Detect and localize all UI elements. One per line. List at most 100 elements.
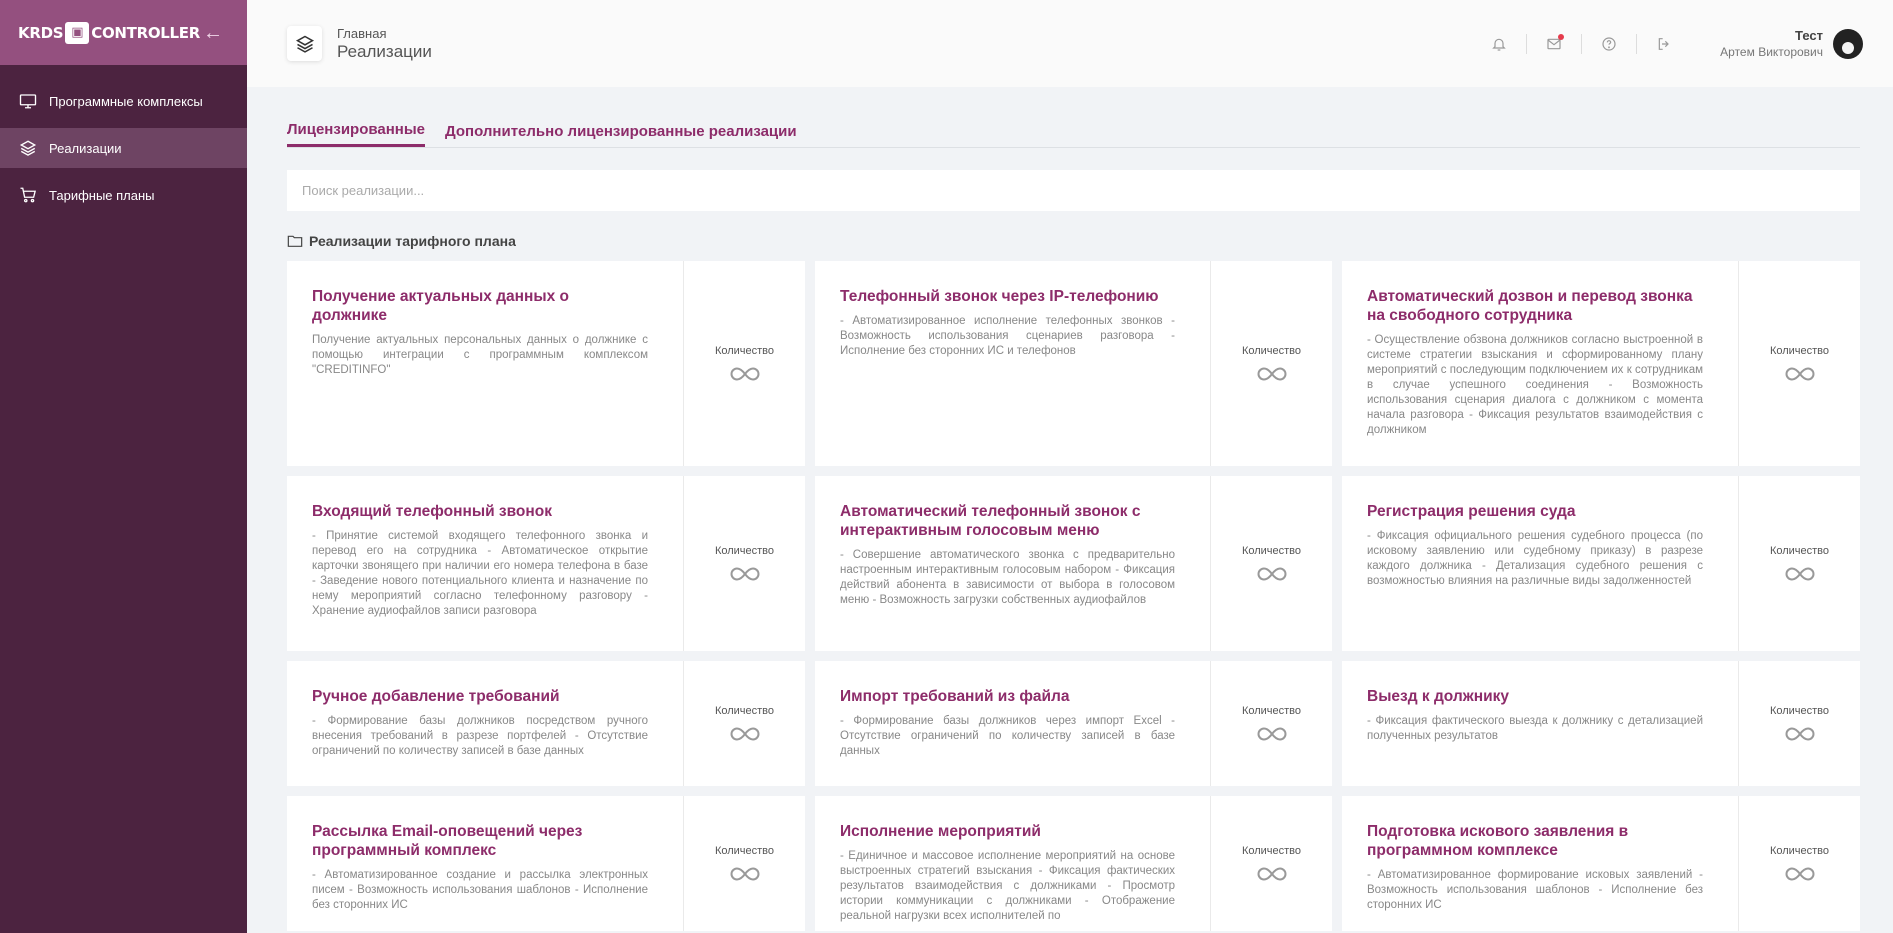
bell-icon[interactable] [1491,36,1507,52]
sidebar-item-label: Реализации [49,140,122,156]
logo-left-text: KRDS [18,23,64,42]
avatar[interactable] [1833,28,1863,59]
sidebar-item-label: Тарифные планы [49,187,155,203]
page-title: Реализации [337,41,432,61]
tab-licensed[interactable]: Лицензированные [287,121,426,147]
top-header: Главная Реализации Тест Артем Викторович [247,0,1893,87]
layers-icon [19,139,37,157]
card-body: Рассылка Email-оповещений через программ… [287,796,684,931]
card[interactable]: Импорт требований из файла - Формировани… [815,661,1332,786]
help-icon[interactable] [1601,36,1617,52]
quantity-label: Количество [1769,845,1830,857]
card-description: - Фиксация официального решения судебног… [1367,530,1703,587]
card-title: Ручное добавление требований [312,688,560,705]
card-title: Выезд к должнику [1367,688,1509,705]
quantity-label: Количество [714,545,775,557]
search-input[interactable] [287,170,1860,211]
infinity-icon [1257,566,1287,582]
notification-dot [1558,33,1565,40]
user-subtitle: Артем Викторович [1720,45,1823,59]
card[interactable]: Подготовка искового заявления в программ… [1342,796,1860,931]
avatar-head-icon [1842,41,1854,54]
card-description: Получение актуальных персональных данных… [312,334,648,376]
quantity-label: Количество [714,845,775,857]
card[interactable]: Телефонный звонок через IP-телефонию - А… [815,261,1332,466]
card-quantity: Количество [1739,661,1860,786]
card-title: Рассылка Email-оповещений через программ… [312,823,583,859]
sidebar-item-tariffs[interactable]: Тарифные планы [0,175,247,215]
card-description: - Формирование базы должников через импо… [840,715,1175,757]
infinity-icon [1785,866,1815,882]
arrow-left-icon[interactable]: ← [203,23,223,43]
infinity-icon [730,866,760,882]
card-description: - Осуществление обзвона должников соглас… [1367,334,1703,436]
card[interactable]: Рассылка Email-оповещений через программ… [287,796,805,931]
card-body: Подготовка искового заявления в программ… [1342,796,1739,931]
monitor-icon [19,92,37,110]
sidebar: KRDS ▣ CONTROLLER ← Программные комплекс… [0,0,247,933]
quantity-label: Количество [1241,545,1302,557]
infinity-icon [1785,366,1815,382]
card-body: Исполнение мероприятий - Единичное и мас… [815,796,1211,931]
sidebar-item-programs[interactable]: Программные комплексы [0,81,247,121]
card-body: Автоматический дозвон и перевод звонка н… [1342,261,1739,466]
card-body: Выезд к должнику - Фиксация фактического… [1342,661,1739,786]
card-quantity: Количество [684,261,805,466]
header-actions: Тест Артем Викторович [1481,0,1863,87]
card-quantity: Количество [1211,661,1332,786]
quantity-label: Количество [1769,345,1830,357]
card-description: - Совершение автоматического звонка с пр… [840,549,1175,606]
header-titles: Главная Реализации [337,26,432,62]
card-quantity: Количество [1211,796,1332,931]
tab-additional-licensed[interactable]: Дополнительно лицензированные реализации [445,123,797,147]
quantity-label: Количество [714,705,775,717]
card-title: Регистрация решения суда [1367,503,1576,520]
quantity-label: Количество [1241,345,1302,357]
user-info[interactable]: Тест Артем Викторович [1720,28,1823,59]
card-body: Ручное добавление требований - Формирова… [287,661,684,786]
card-body: Автоматический телефонный звонок с интер… [815,476,1211,651]
card-title: Импорт требований из файла [840,688,1070,705]
infinity-icon [730,566,760,582]
card[interactable]: Ручное добавление требований - Формирова… [287,661,805,786]
divider [1636,33,1638,54]
breadcrumb[interactable]: Главная [337,26,432,41]
infinity-icon [1785,566,1815,582]
card-description: - Автоматизированное исполнение телефонн… [840,315,1175,357]
card[interactable]: Исполнение мероприятий - Единичное и мас… [815,796,1332,931]
infinity-icon [1257,866,1287,882]
folder-icon [287,235,303,247]
card[interactable]: Выезд к должнику - Фиксация фактического… [1342,661,1860,786]
logo[interactable]: KRDS ▣ CONTROLLER [18,21,200,44]
section-title: Реализации тарифного плана [309,233,516,249]
card-quantity: Количество [1739,261,1860,466]
sidebar-item-realizations[interactable]: Реализации [0,128,247,168]
card-quantity: Количество [684,476,805,651]
card-title: Подготовка искового заявления в программ… [1367,823,1629,859]
infinity-icon [1257,726,1287,742]
card-title: Телефонный звонок через IP-телефонию [840,288,1159,305]
card-title: Получение актуальных данных о должнике [312,288,570,324]
cart-icon [19,186,37,204]
card-description: - Фиксация фактического выезда к должник… [1367,715,1703,742]
card-description: - Автоматизированное создание и рассылка… [312,869,648,911]
card-description: - Принятие системой входящего телефонног… [312,530,648,617]
card[interactable]: Автоматический дозвон и перевод звонка н… [1342,261,1860,466]
card[interactable]: Получение актуальных данных о должнике П… [287,261,805,466]
section-header: Реализации тарифного плана [287,231,1860,251]
card[interactable]: Автоматический телефонный звонок с интер… [815,476,1332,651]
card-body: Получение актуальных данных о должнике П… [287,261,684,466]
logo-right-text: CONTROLLER [91,23,200,42]
logout-icon[interactable] [1656,36,1672,52]
divider [1581,33,1583,54]
card[interactable]: Входящий телефонный звонок - Принятие си… [287,476,805,651]
card-quantity: Количество [1739,796,1860,931]
card[interactable]: Регистрация решения суда - Фиксация офиц… [1342,476,1860,651]
mail-icon[interactable] [1546,33,1565,52]
card-title: Автоматический дозвон и перевод звонка н… [1367,288,1693,324]
card-quantity: Количество [1739,476,1860,651]
card-body: Регистрация решения суда - Фиксация офиц… [1342,476,1739,651]
quantity-label: Количество [1769,545,1830,557]
card-body: Входящий телефонный звонок - Принятие си… [287,476,684,651]
quantity-label: Количество [1769,705,1830,717]
